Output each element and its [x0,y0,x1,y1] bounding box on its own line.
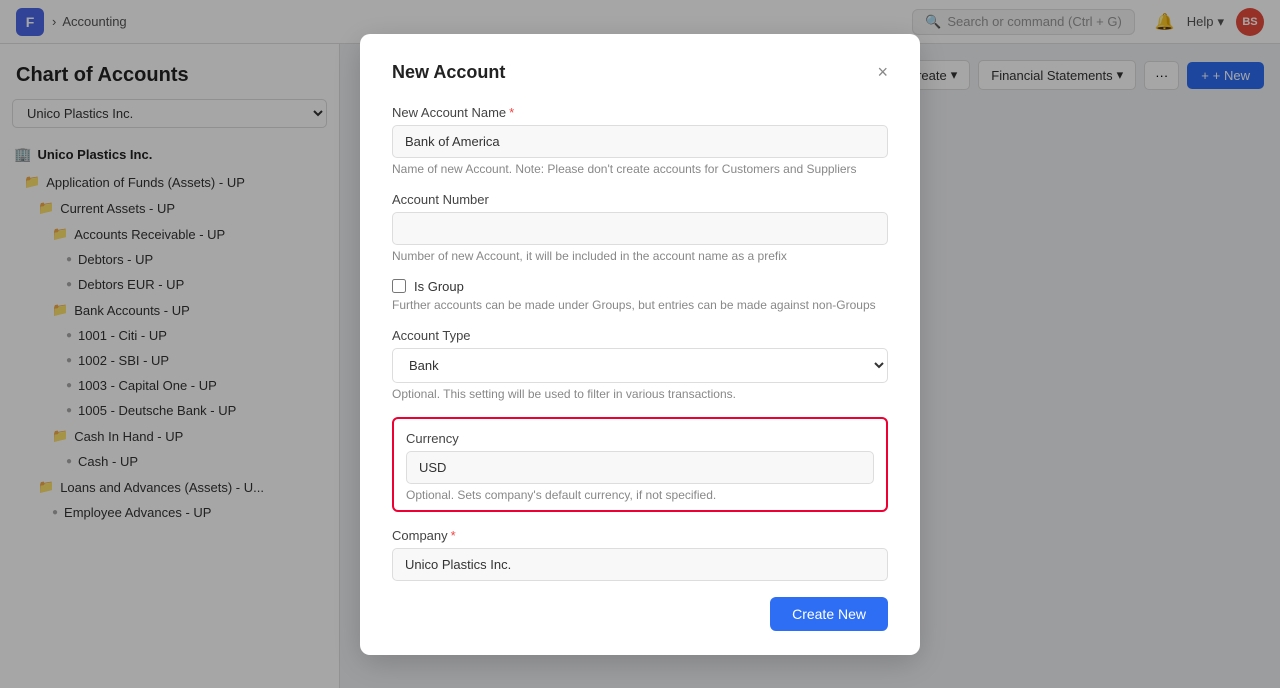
currency-input[interactable] [406,451,874,484]
account-type-select[interactable]: Bank Cash Receivable Payable [392,348,888,383]
account-number-field: Account Number Number of new Account, it… [392,192,888,263]
account-number-input[interactable] [392,212,888,245]
modal-header: New Account × [392,62,888,83]
is-group-field: Is Group Further accounts can be made un… [392,279,888,312]
account-type-field: Account Type Bank Cash Receivable Payabl… [392,328,888,401]
currency-section: Currency Optional. Sets company's defaul… [392,417,888,512]
account-type-hint: Optional. This setting will be used to f… [392,387,888,401]
currency-label: Currency [406,431,874,446]
is-group-label: Is Group [414,279,464,294]
is-group-hint: Further accounts can be made under Group… [392,298,888,312]
account-name-label: New Account Name * [392,105,888,120]
account-number-hint: Number of new Account, it will be includ… [392,249,888,263]
company-field: Company * [392,528,888,581]
company-input[interactable] [392,548,888,581]
is-group-checkbox[interactable] [392,279,406,293]
company-required: * [451,528,456,543]
account-name-field: New Account Name * Name of new Account. … [392,105,888,176]
account-type-label: Account Type [392,328,888,343]
account-name-input[interactable] [392,125,888,158]
modal-footer: Create New [392,597,888,631]
is-group-row: Is Group [392,279,888,294]
account-number-label: Account Number [392,192,888,207]
account-name-required: * [509,105,514,120]
new-account-modal: New Account × New Account Name * Name of… [360,34,920,655]
modal-close-button[interactable]: × [877,63,888,81]
modal-overlay: New Account × New Account Name * Name of… [0,0,1280,688]
create-new-button[interactable]: Create New [770,597,888,631]
company-label: Company * [392,528,888,543]
currency-hint: Optional. Sets company's default currenc… [406,488,874,502]
modal-title: New Account [392,62,505,83]
account-name-hint: Name of new Account. Note: Please don't … [392,162,888,176]
